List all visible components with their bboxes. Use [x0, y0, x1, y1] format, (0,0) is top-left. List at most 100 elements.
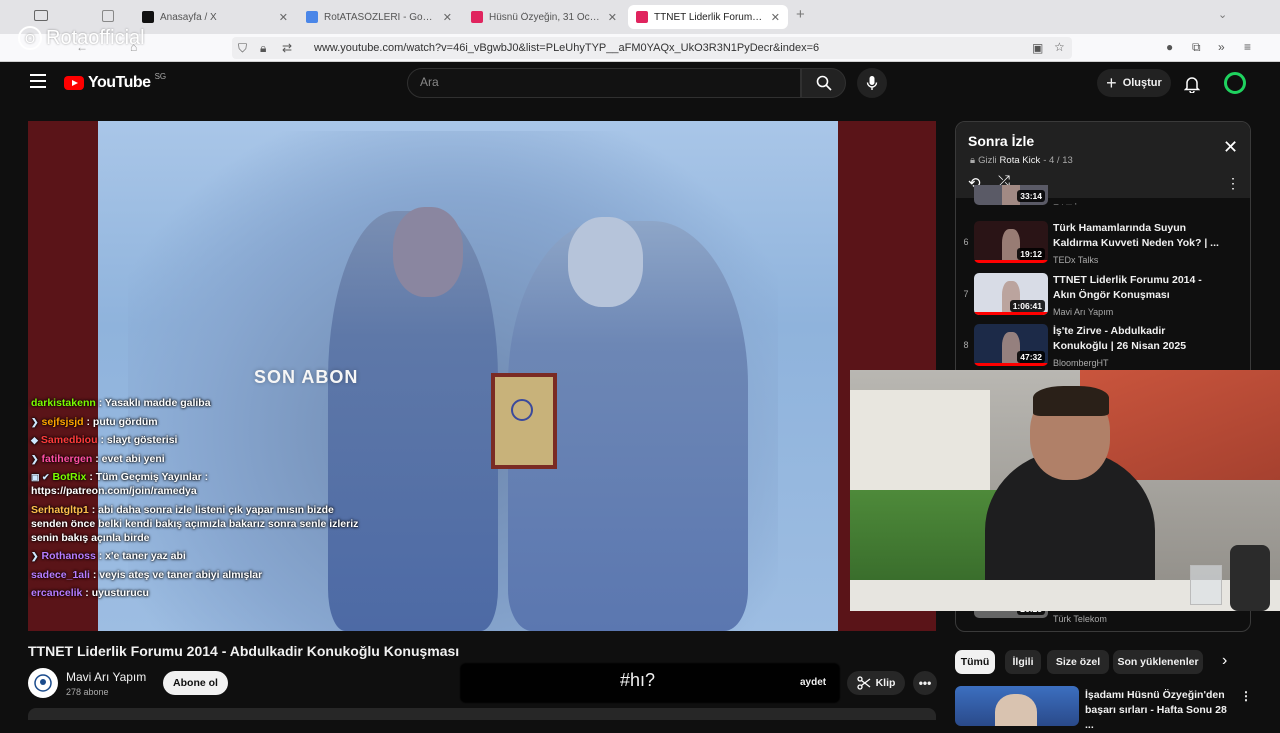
chat-text: : Yasaklı madde galiba [98, 397, 211, 409]
playlist-title[interactable]: Sonra İzle [968, 133, 1034, 149]
watch-progress-bar [974, 312, 1048, 315]
address-bar[interactable]: ⛉ 🔒︎ ⇄ www.youtube.com/watch?v=46i_vBgwb… [232, 37, 1072, 59]
webcam-building [850, 390, 990, 500]
permissions-icon[interactable]: ⇄ [282, 41, 292, 55]
channel-logo-icon [34, 674, 52, 692]
chat-username: Rothanoss [41, 550, 96, 562]
subscriber-count: 278 abone [66, 687, 109, 697]
filter-chip[interactable]: İlgili [1005, 650, 1041, 674]
lock-icon: 🔒︎ [970, 155, 976, 166]
subscribe-button[interactable]: Abone ol [163, 671, 228, 695]
playlist-owner[interactable]: Rota Kick [1000, 155, 1041, 166]
scissors-icon [856, 676, 870, 690]
search-input[interactable] [420, 75, 780, 89]
more-actions-button[interactable]: ••• [913, 671, 937, 695]
tab-label: TTNET Liderlik Forumu 2014 - A [654, 11, 765, 23]
webcam-glass [1190, 565, 1222, 605]
account-avatar[interactable] [1224, 72, 1246, 94]
create-button[interactable]: + Oluştur [1097, 69, 1171, 97]
plaque-seal-icon [511, 399, 533, 421]
person-right-face [568, 217, 643, 307]
playlist-item[interactable]: 7 1:06:41 TTNET Liderlik Forumu 2014 - Akı… [956, 271, 1250, 321]
tab-label: Anasayfa / X [160, 11, 217, 23]
search-box[interactable] [407, 68, 801, 98]
description-box[interactable] [28, 708, 936, 720]
save-button[interactable]: aydet [800, 677, 826, 688]
tab-close-icon[interactable]: ✕ [608, 11, 617, 24]
chat-message: darkistakenn : Yasaklı madde galiba [31, 396, 371, 410]
lock-icon[interactable]: 🔒︎ [260, 41, 266, 56]
tab-close-icon[interactable]: ✕ [279, 11, 288, 24]
search-icon [816, 75, 832, 91]
channel-avatar[interactable] [28, 668, 58, 698]
shield-icon[interactable]: ⛉ [238, 41, 247, 56]
playlist-item[interactable]: 8 47:32 İş'te Zirve - Abdulkadir Konukoğlu… [956, 322, 1250, 372]
playlist-item-title[interactable]: İş'te Zirve - Abdulkadir Konukoğlu | 26 … [1053, 324, 1221, 354]
chat-message: sadece_1ali : veyis ateş ve taner abiyi … [31, 568, 371, 582]
channel-name[interactable]: Mavi Arı Yapım [66, 670, 146, 684]
playlist-item-channel: Mavi Arı Yapım [1053, 307, 1114, 317]
clip-button[interactable]: Klip [847, 671, 905, 695]
guide-menu-button[interactable] [30, 74, 46, 88]
tab-favicon-icon [636, 11, 648, 23]
playlist-thumbnail[interactable]: 33:14 [974, 185, 1048, 205]
tab-label: Hüsnü Özyeğin, 31 Ocak 2017 İ [489, 11, 602, 23]
chat-text: : x'e taner yaz abi [98, 550, 186, 562]
browser-tab[interactable]: Anasayfa / X ✕ [134, 5, 296, 29]
browser-tab[interactable]: RotATASÖZLERİ - Google Dokü ✕ [298, 5, 460, 29]
watermark-logo-icon: ʘ [18, 26, 42, 50]
playlist-item[interactable]: 6 19:12 Türk Hamamlarında Suyun Kaldırma K… [956, 219, 1250, 269]
playlist-thumbnail[interactable]: 47:32 [974, 324, 1048, 366]
recommendation-thumbnail[interactable] [955, 686, 1079, 726]
search-button[interactable] [801, 68, 846, 98]
tab-close-icon[interactable]: ✕ [771, 11, 780, 24]
app-menu-icon[interactable]: ≡ [1244, 40, 1251, 54]
tab-close-icon[interactable]: ✕ [443, 11, 452, 24]
extensions-puzzle-icon[interactable]: ⧉ [1192, 40, 1201, 55]
bookmark-star-icon[interactable]: ☆ [1054, 40, 1065, 54]
tab-favicon-icon [306, 11, 318, 23]
playlist-thumbnail[interactable]: 19:12 [974, 221, 1048, 263]
close-icon[interactable]: ✕ [1223, 138, 1238, 156]
youtube-logo[interactable]: YouTube SG [64, 72, 167, 92]
chat-badge-icon: ❯ [31, 416, 39, 427]
chat-overlay: darkistakenn : Yasaklı madde galiba ❯ sejf… [31, 396, 371, 605]
playlist-item-title[interactable]: TTNET Liderlik Forumu 2014 - Akın Öngör … [1053, 273, 1221, 303]
recommendation-title[interactable]: İşadamı Hüsnü Özyeğin'den başarı sırları… [1085, 688, 1230, 733]
new-tab-button[interactable]: + [796, 6, 805, 23]
extension-icon[interactable]: ● [1166, 40, 1173, 54]
chat-badge-icon: ❯ [31, 453, 39, 464]
share-icon[interactable]: » [1218, 40, 1225, 54]
url-text[interactable]: www.youtube.com/watch?v=46i_vBgwbJ0&list… [314, 42, 819, 54]
browser-tab[interactable]: TTNET Liderlik Forumu 2014 - A ✕ [628, 5, 788, 29]
playlist-duration: 33:14 [1017, 190, 1045, 202]
video-title: TTNET Liderlik Forumu 2014 - Abdulkadir … [28, 643, 460, 659]
playlist-duration: 1:06:41 [1009, 300, 1045, 312]
chat-text: : uyusturucu [85, 587, 149, 599]
tab-list-chevron-icon[interactable]: ⌄ [1218, 8, 1227, 21]
filter-chip[interactable]: Son yüklenenler [1113, 650, 1203, 674]
chevron-right-icon[interactable]: › [1222, 652, 1227, 670]
playlist-thumbnail[interactable]: 1:06:41 [974, 273, 1048, 315]
tab-overview-icon[interactable] [102, 10, 114, 22]
playlist-item-channel: BloombergHT [1053, 358, 1109, 368]
voice-search-button[interactable] [857, 68, 887, 98]
tab-favicon-icon [471, 11, 483, 23]
browser-tab[interactable]: Hüsnü Özyeğin, 31 Ocak 2017 İ ✕ [463, 5, 625, 29]
sidebar-toggle-icon[interactable] [34, 10, 48, 21]
video-caption: SON ABON [254, 367, 359, 387]
chat-text: : slayt gösterisi [100, 434, 178, 446]
region-code: SG [154, 72, 167, 81]
create-label: Oluştur [1122, 77, 1162, 89]
logo-text: YouTube [88, 74, 151, 91]
more-vert-icon[interactable]: ⋮ [1240, 689, 1252, 703]
filter-chip[interactable]: Tümü [955, 650, 995, 674]
playlist-item[interactable]: 33:14 Etkili İnsan [956, 185, 1250, 205]
browser-tab-bar: Anasayfa / X✕RotATASÖZLERİ - Google Dokü… [0, 0, 1280, 34]
webcam-thermos [1230, 545, 1270, 611]
filter-chip[interactable]: Size özel [1047, 650, 1109, 674]
picture-in-picture-icon[interactable]: ▣ [1032, 41, 1043, 55]
notifications-button[interactable] [1180, 72, 1204, 96]
watch-progress-bar [974, 260, 1048, 263]
playlist-item-title[interactable]: Türk Hamamlarında Suyun Kaldırma Kuvveti… [1053, 221, 1221, 251]
